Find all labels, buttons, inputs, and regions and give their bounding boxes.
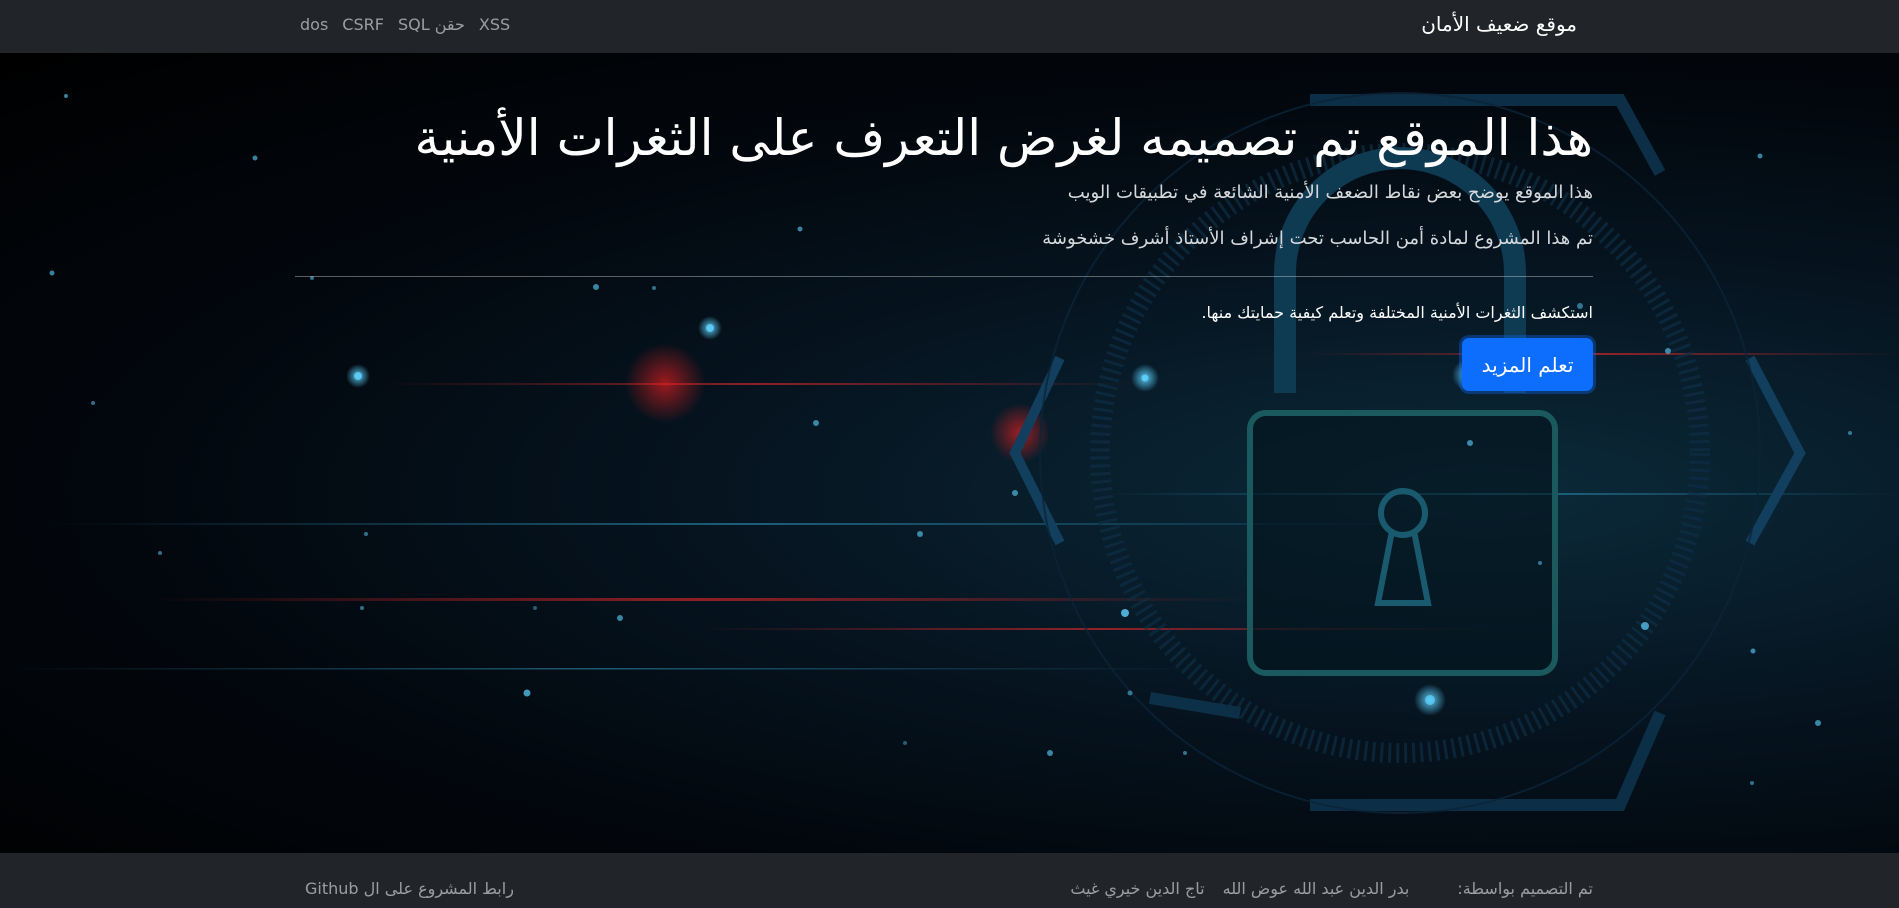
hero-section: هذا الموقع تم تصميمه لغرض التعرف على الث… [0,53,1899,853]
nav-link-csrf[interactable]: CSRF [342,15,384,34]
hero-title: هذا الموقع تم تصميمه لغرض التعرف على الث… [414,109,1593,167]
cyber-security-background [0,92,1899,814]
github-link[interactable]: رابط المشروع على ال Github [305,879,514,898]
hero-explore-text: استكشف الثغرات الأمنية المختلفة وتعلم كي… [1201,303,1593,322]
navbar: موقع ضعيف الأمان XSS حقن SQL CSRF dos [0,0,1899,53]
footer-designer-1: بدر الدين عبد الله عوض الله [1222,879,1410,898]
navbar-brand[interactable]: موقع ضعيف الأمان [1421,12,1577,36]
nav-link-sql-injection[interactable]: حقن SQL [398,15,465,34]
hero-supervision-note: تم هذا المشروع لمادة أمن الحاسب تحت إشرا… [1042,228,1593,249]
nav-links: XSS حقن SQL CSRF dos [300,15,510,34]
footer-designed-by-label: تم التصميم بواسطة: [1457,879,1593,898]
nav-link-xss[interactable]: XSS [479,15,510,34]
hero-description: هذا الموقع يوضح بعض نقاط الضعف الأمنية ا… [1067,182,1593,203]
footer: تم التصميم بواسطة: بدر الدين عبد الله عو… [0,853,1899,908]
footer-credits: تم التصميم بواسطة: بدر الدين عبد الله عو… [1070,879,1593,898]
hero-divider [295,276,1593,277]
nav-link-dos[interactable]: dos [300,15,328,34]
learn-more-button[interactable]: تعلم المزيد [1462,338,1593,391]
footer-designer-2: تاج الدين خيري غيث [1070,879,1205,898]
